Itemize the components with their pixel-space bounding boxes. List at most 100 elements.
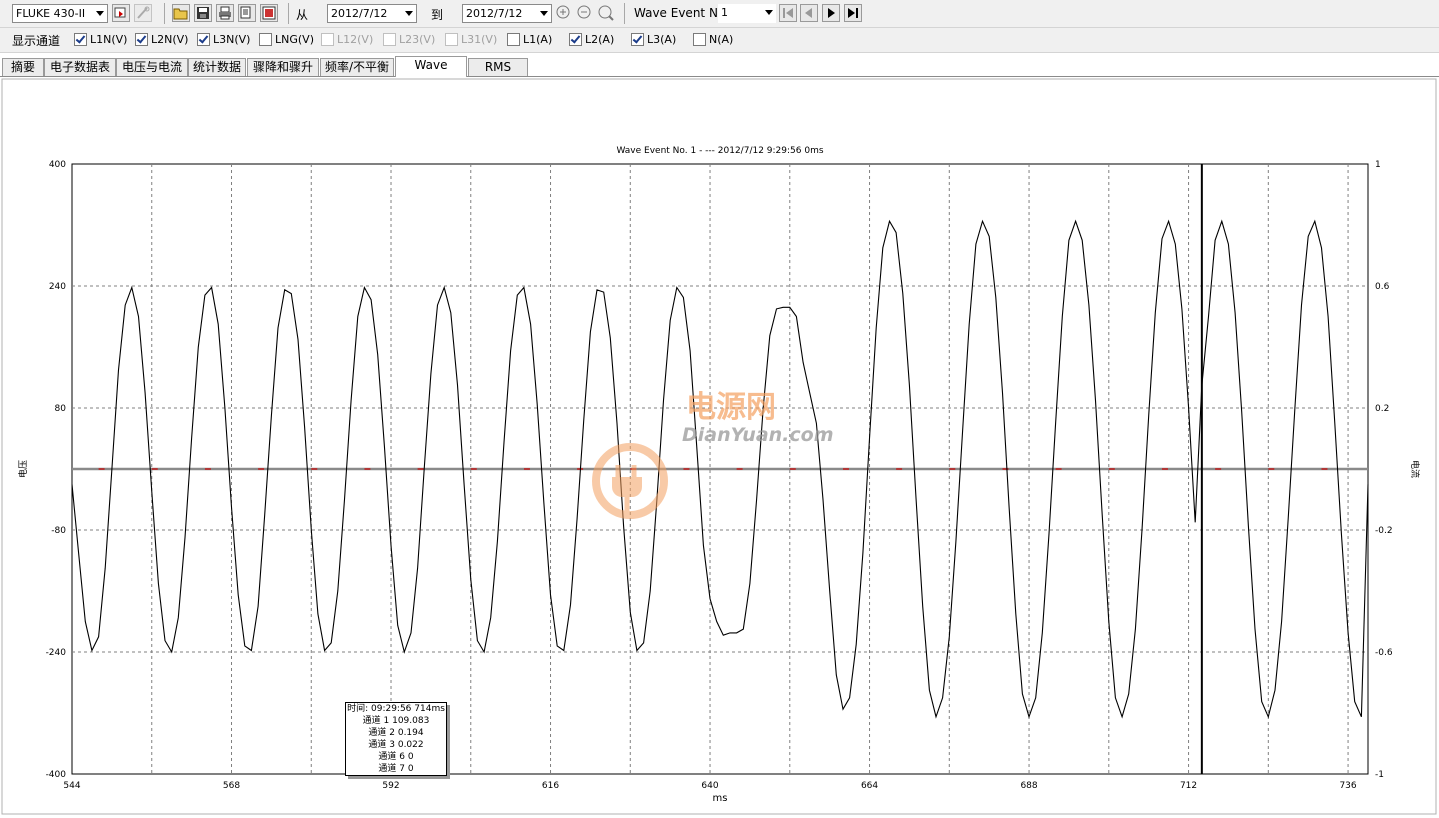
toolbar-separator xyxy=(164,3,165,24)
tab-1[interactable]: 电子数据表 xyxy=(44,58,116,76)
y-tick-label: 240 xyxy=(49,282,66,292)
channel-checkbox-l1a[interactable]: L1(A) xyxy=(507,32,552,47)
y-tick-label: -240 xyxy=(46,648,67,658)
tab-2[interactable]: 电压与电流 xyxy=(116,58,188,76)
channel-checkbox-l2nv[interactable]: L2N(V) xyxy=(135,32,188,47)
channel-checkbox-lngv[interactable]: LNG(V) xyxy=(259,32,314,47)
chevron-down-icon xyxy=(540,11,548,16)
chevron-down-icon xyxy=(765,10,773,15)
y2-tick-label: 0.2 xyxy=(1375,404,1389,414)
channel-checkbox-l3a[interactable]: L3(A) xyxy=(631,32,677,47)
y2-tick-label: -1 xyxy=(1375,770,1384,780)
checkbox-icon xyxy=(507,32,520,46)
settings-icon[interactable] xyxy=(134,4,152,22)
channels-label: 显示通道 xyxy=(12,34,61,48)
last-event-icon[interactable] xyxy=(844,4,862,22)
chevron-down-icon xyxy=(405,11,413,16)
x-tick-label: 736 xyxy=(1339,781,1356,791)
y-axis-label: 电压 xyxy=(17,460,29,478)
x-tick-label: 712 xyxy=(1180,781,1197,791)
cursor-channel-6: 通道 6 0 xyxy=(378,752,414,762)
main-toolbar: FLUKE 430-II 从 2012/7/12 到 2012/7/12 Wav… xyxy=(0,0,1439,28)
checkbox-icon xyxy=(445,32,458,46)
toolbar-separator xyxy=(624,3,625,24)
channel-checkbox-l12v[interactable]: L12(V) xyxy=(321,32,374,47)
checkbox-icon xyxy=(321,32,334,46)
print-icon[interactable] xyxy=(216,4,234,22)
checkbox-icon xyxy=(197,32,210,46)
first-event-icon[interactable] xyxy=(779,4,797,22)
x-tick-label: 688 xyxy=(1020,781,1037,791)
wave-event-select[interactable]: 1 xyxy=(718,4,776,23)
watermark-en: DianYuan.com xyxy=(682,424,834,446)
channel-checkbox-label: L3N(V) xyxy=(213,33,251,46)
zoom-in-icon[interactable] xyxy=(555,4,573,22)
tab-0[interactable]: 摘要 xyxy=(2,58,44,76)
y-tick-label: -80 xyxy=(51,526,66,536)
next-event-icon[interactable] xyxy=(822,4,840,22)
x-tick-label: 544 xyxy=(63,781,80,791)
tab-4[interactable]: 骤降和骤升 xyxy=(247,58,319,76)
channel-checkbox-label: L3(A) xyxy=(647,33,677,46)
toolbar-separator xyxy=(288,3,289,24)
y2-tick-label: -0.6 xyxy=(1375,648,1393,658)
y2-tick-label: 0.6 xyxy=(1375,282,1390,292)
from-label: 从 xyxy=(296,8,309,22)
tab-5[interactable]: 频率/不平衡 xyxy=(320,58,394,76)
export-icon[interactable] xyxy=(238,4,256,22)
open-folder-icon[interactable] xyxy=(172,4,190,22)
chart-area: 544 568 592 616 640 664 688 712 736 400 240 80 -80 -2… xyxy=(0,77,1439,818)
channel-checkbox-l3nv[interactable]: L3N(V) xyxy=(197,32,251,47)
tab-bar: 摘要电子数据表电压与电流统计数据骤降和骤升频率/不平衡Wave EventRMS… xyxy=(0,56,1439,91)
cursor-readout: 时间: 09:29:56 714ms 通道 1 109.083 通道 2 0.1… xyxy=(345,702,447,776)
wave-event-label: Wave Event No. xyxy=(634,6,729,20)
instrument-select[interactable]: FLUKE 430-II xyxy=(12,4,108,23)
zoom-reset-icon[interactable] xyxy=(597,4,615,22)
checkbox-icon xyxy=(569,32,582,46)
channel-checkbox-l1nv[interactable]: L1N(V) xyxy=(74,32,128,47)
checkbox-icon xyxy=(631,32,644,46)
x-tick-label: 664 xyxy=(861,781,878,791)
y2-tick-label: 1 xyxy=(1375,160,1381,170)
checkbox-icon xyxy=(693,32,706,46)
y2-tick-label: -0.2 xyxy=(1375,526,1393,536)
x-tick-label: 568 xyxy=(223,781,240,791)
y2-axis-label: 电流 xyxy=(1409,460,1421,478)
x-tick-label: 640 xyxy=(701,781,718,791)
channel-checkbox-label: L1N(V) xyxy=(90,33,128,46)
watermark-cn: 电源网 xyxy=(686,390,776,425)
x-tick-label: 592 xyxy=(382,781,399,791)
cursor-channel-7: 通道 7 0 xyxy=(378,764,414,774)
channel-checkbox-label: L12(V) xyxy=(337,33,374,46)
from-date-value: 2012/7/12 xyxy=(331,7,388,20)
x-tick-label: 616 xyxy=(542,781,559,791)
x-axis-label: ms xyxy=(713,793,728,804)
checkbox-icon xyxy=(259,32,272,46)
channel-checkbox-l31v[interactable]: L31(V) xyxy=(445,32,498,47)
cursor-channel-2: 通道 2 0.194 xyxy=(368,728,424,738)
sync-icon[interactable] xyxy=(112,4,130,22)
channel-checkbox-l2a[interactable]: L2(A) xyxy=(569,32,615,47)
save-icon[interactable] xyxy=(194,4,212,22)
cursor-channel-3: 通道 3 0.022 xyxy=(368,740,424,750)
channel-checkbox-na[interactable]: N(A) xyxy=(693,32,733,47)
cursor-channel-1: 通道 1 109.083 xyxy=(362,716,430,726)
y-tick-label: 80 xyxy=(55,404,67,414)
tab-7[interactable]: RMS Event xyxy=(468,58,528,91)
previous-event-icon[interactable] xyxy=(800,4,818,22)
from-date-picker[interactable]: 2012/7/12 xyxy=(327,4,417,23)
channel-checkbox-label: L23(V) xyxy=(399,33,436,46)
channel-checkbox-l23v[interactable]: L23(V) xyxy=(383,32,436,47)
tab-6[interactable]: Wave Event xyxy=(395,56,467,89)
y-tick-label: -400 xyxy=(46,770,67,780)
report-icon[interactable] xyxy=(260,4,278,22)
channel-checkbox-label: L2(A) xyxy=(585,33,615,46)
instrument-select-value: FLUKE 430-II xyxy=(16,7,86,20)
tab-3[interactable]: 统计数据 xyxy=(188,58,246,76)
to-date-value: 2012/7/12 xyxy=(466,7,523,20)
wave-event-value: 1 xyxy=(721,6,728,19)
to-date-picker[interactable]: 2012/7/12 xyxy=(462,4,552,23)
channel-checkbox-label: L31(V) xyxy=(461,33,498,46)
checkbox-icon xyxy=(383,32,396,46)
zoom-out-icon[interactable] xyxy=(576,4,594,22)
